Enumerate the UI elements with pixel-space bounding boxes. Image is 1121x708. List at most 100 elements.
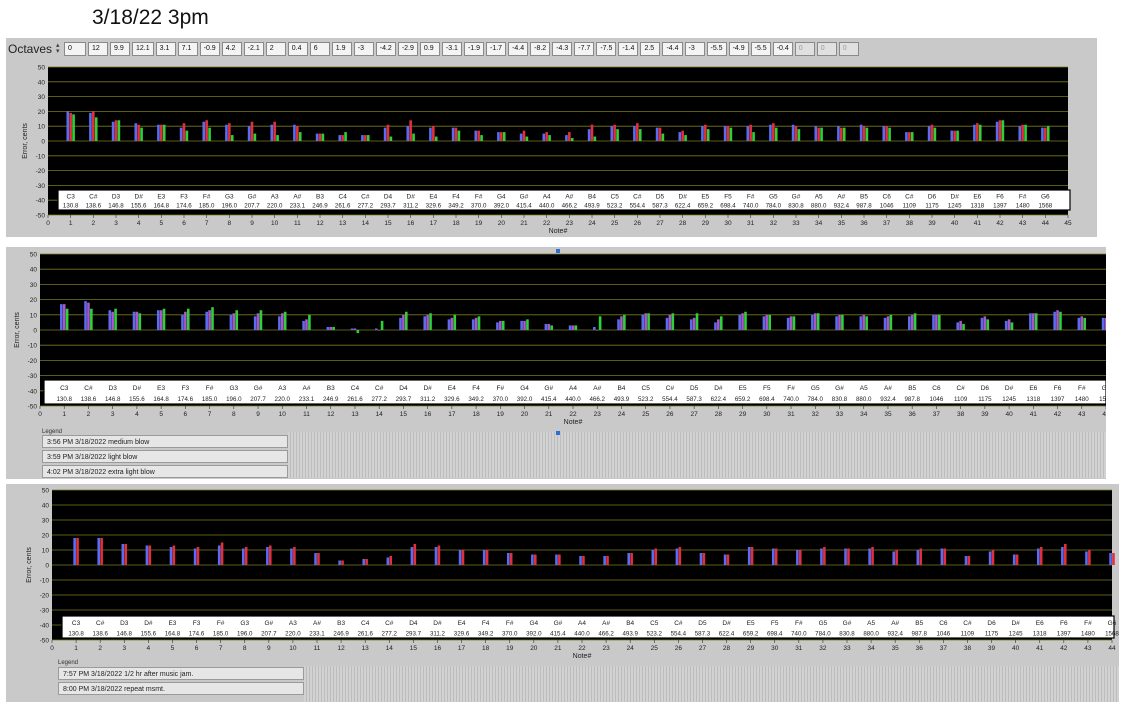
bar-green [501, 320, 505, 330]
x-tick-label: 44 [1102, 411, 1106, 418]
note-frequency: 293.7 [406, 630, 422, 637]
resize-handle[interactable] [556, 249, 560, 253]
bar-blue [568, 325, 572, 330]
bar-red [477, 130, 480, 141]
note-frequency: 246.9 [312, 203, 328, 210]
bar-purple [692, 317, 696, 330]
bar-blue [1077, 317, 1081, 330]
note-frequency: 659.2 [743, 630, 759, 637]
bar-green [94, 117, 98, 141]
x-tick-label: 37 [883, 220, 891, 227]
bar-blue [882, 126, 886, 141]
bar-red [654, 548, 658, 565]
bar-blue [506, 553, 510, 565]
bar-green [380, 320, 384, 330]
bar-blue [89, 112, 92, 141]
bar-red [413, 544, 417, 565]
x-tick-label: 12 [316, 220, 324, 227]
bar-purple [111, 311, 114, 330]
note-frequency: 1245 [948, 203, 962, 210]
bar-purple [523, 320, 526, 330]
x-tick-label: 20 [498, 220, 506, 227]
note-name: G5 [811, 385, 820, 392]
note-name: A3 [271, 193, 279, 200]
bar-green [816, 313, 820, 330]
note-name: E6 [1029, 385, 1037, 392]
bar-red [750, 547, 754, 565]
note-frequency: 523.2 [638, 396, 654, 403]
note-frequency: 1109 [954, 396, 968, 403]
note-frequency: 932.4 [880, 396, 896, 403]
note-name: A# [303, 385, 311, 392]
bar-red [341, 560, 344, 565]
bar-blue [293, 124, 296, 141]
bar-blue [610, 126, 614, 141]
bar-blue [156, 310, 160, 330]
bar-red [100, 538, 103, 565]
x-tick-label: 43 [1084, 645, 1092, 652]
bar-red [1039, 547, 1043, 565]
bar-purple [1080, 316, 1084, 330]
note-frequency: 1568 [1105, 630, 1119, 637]
x-tick-label: 40 [951, 220, 959, 227]
bar-purple [184, 311, 187, 330]
legend-empty-area [288, 432, 1106, 478]
note-name: C# [361, 193, 370, 200]
bar-green [117, 120, 121, 141]
note-name: C# [674, 620, 683, 627]
bar-green [695, 313, 699, 330]
legend-item-after-music-jam[interactable]: 7:57 PM 3/18/2022 1/2 hr after music jam… [58, 667, 304, 680]
bar-blue [1012, 554, 1016, 565]
legend-item-extra-light-blow[interactable]: 4:02 PM 3/18/2022 extra light blow [42, 465, 288, 478]
note-frequency: 830.8 [839, 630, 855, 637]
note-frequency: 554.4 [630, 203, 646, 210]
x-tick-label: 31 [795, 645, 803, 652]
y-tick-label: 10 [30, 312, 38, 319]
note-frequency: 146.8 [105, 396, 121, 403]
y-tick-label: -50 [40, 638, 50, 645]
note-frequency: 554.4 [671, 630, 687, 637]
bar-red [943, 548, 947, 565]
x-tick-label: 20 [530, 645, 538, 652]
bar-blue [1036, 548, 1040, 565]
note-frequency: 130.8 [56, 396, 72, 403]
note-frequency: 392.0 [517, 396, 533, 403]
note-name: E6 [1036, 620, 1044, 627]
bar-red [871, 547, 874, 565]
note-frequency: 1046 [930, 396, 944, 403]
note-name: D# [951, 193, 960, 200]
x-tick-label: 39 [981, 411, 989, 418]
note-frequency: 196.0 [222, 203, 238, 210]
bar-blue [859, 124, 863, 141]
bar-purple [813, 313, 817, 330]
note-name: D5 [656, 193, 665, 200]
bar-blue [497, 132, 500, 141]
note-frequency: 987.8 [904, 396, 920, 403]
bar-blue [447, 319, 451, 330]
bar-green [933, 127, 937, 141]
y-tick-label: 40 [38, 79, 46, 86]
x-tick-label: 0 [46, 220, 50, 227]
note-frequency: 185.0 [202, 396, 218, 403]
x-axis-label: Note# [573, 653, 592, 660]
resize-handle[interactable] [556, 431, 560, 435]
x-tick-label: 8 [228, 220, 232, 227]
note-name: D6 [987, 620, 996, 627]
note-frequency: 830.8 [832, 396, 848, 403]
note-frequency: 493.9 [584, 203, 600, 210]
bar-green [910, 132, 914, 141]
x-tick-label: 23 [566, 220, 574, 227]
legend-item-repeat-measurement[interactable]: 8:00 PM 3/18/2022 repeat msmt. [58, 682, 304, 695]
chart-panel-1: Octaves ▴ ▾ 0 12 9.9 12.1 3.1 7.1 -0.9 4.2 -2.1 2… [6, 38, 1097, 237]
x-tick-label: 27 [699, 645, 707, 652]
legend-item-medium-blow[interactable]: 3:56 PM 3/18/2022 medium blow [42, 435, 288, 448]
note-name: D# [1011, 620, 1020, 627]
legend-item-light-blow[interactable]: 3:59 PM 3/18/2022 light blow [42, 450, 288, 463]
bar-blue [811, 314, 814, 330]
bar-blue [1101, 317, 1105, 330]
bar-blue [205, 311, 208, 330]
note-name: A5 [860, 385, 868, 392]
note-name: F6 [1054, 385, 1062, 392]
bar-green [298, 132, 302, 141]
note-frequency: 987.8 [856, 203, 872, 210]
